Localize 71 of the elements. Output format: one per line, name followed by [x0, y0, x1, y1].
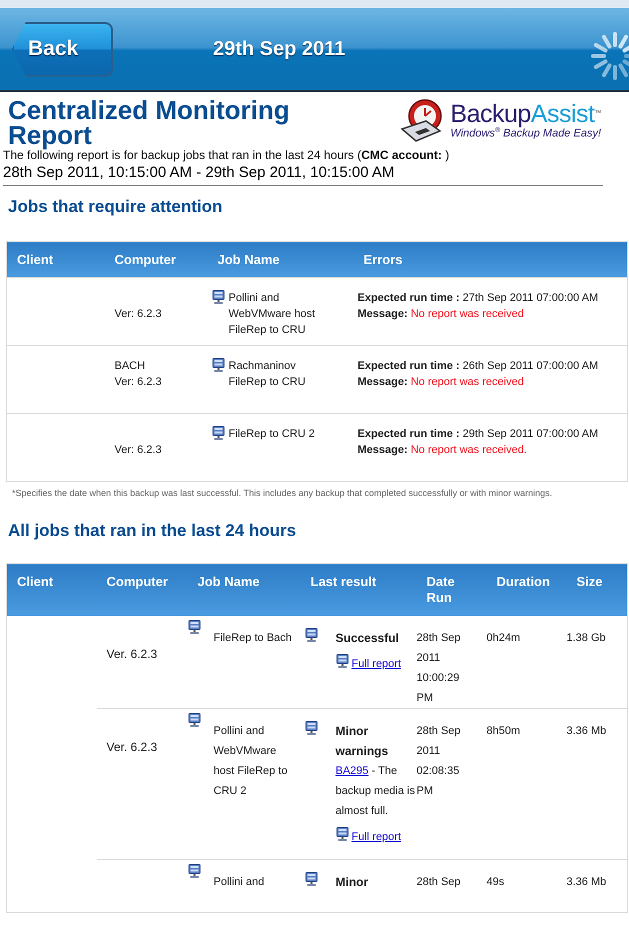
computer-icon	[188, 864, 200, 878]
error-message: No report was received.	[410, 444, 527, 456]
report-intro: The following report is for backup jobs that ran in the last 24 hours (CMC account: )	[3, 148, 450, 162]
version-text: Ver: 6.2.3	[114, 307, 163, 322]
field-label: Message:	[358, 308, 408, 320]
job-name: FileRep to Bach	[214, 630, 293, 646]
job-name: FileRep to CRU 2	[228, 427, 316, 442]
expected-time: 26th Sep 2011 07:00:00 AM	[462, 360, 598, 372]
date-run: 28th Sep 2011 02:08:35 PM	[416, 724, 462, 798]
column-header: Size	[576, 574, 603, 590]
computer-icon	[188, 620, 200, 634]
column-header: Computer	[106, 574, 168, 590]
section-heading: All jobs that ran in the last 24 hours	[7, 521, 298, 541]
version-text: Ver: 6.2.3	[114, 375, 163, 390]
duration-text: 8h50m	[486, 724, 522, 738]
warning-code-link[interactable]: BA295	[336, 764, 369, 776]
job-name: Pollini and WebVMware host FileRep to CRU	[228, 291, 316, 338]
column-header: Errors	[362, 252, 403, 267]
date-run: 28th Sep 2011 10:00:29 PM	[416, 630, 462, 706]
column-header: Last result	[310, 574, 376, 590]
duration-text: 0h24m	[486, 630, 522, 646]
logo-tagline: Windows$^{®}$ Backup Made Easy!	[450, 127, 601, 140]
field-label: Expected run time :	[358, 360, 460, 372]
section-heading: Jobs that require attention	[7, 197, 224, 217]
date-run: 28th Sep	[416, 874, 462, 890]
size-text: 1.38 Gb	[566, 630, 607, 646]
computer-icon	[188, 712, 200, 728]
warning-message: BA295 - The backup media is almost full.	[336, 764, 416, 818]
version-text: Ver. 6.2.3	[106, 646, 158, 662]
field-label: Expected run time :	[358, 428, 460, 440]
job-name: Pollini and WebVMware host FileRep to CRU 2	[214, 724, 288, 798]
page-title: 29th Sep 2011	[213, 38, 346, 60]
expected-time: 27th Sep 2011 07:00:00 AM	[462, 292, 598, 304]
field-label: Message:	[358, 376, 408, 388]
computer-icon	[304, 628, 318, 642]
job-name: Rachmaninov FileRep to CRU	[228, 359, 307, 390]
computer-icon	[304, 720, 318, 736]
size-text: 3.36 Mb	[566, 724, 608, 738]
computer-icon	[212, 426, 224, 441]
column-header: Duration	[496, 574, 550, 590]
report-time-range: 28th Sep 2011, 10:15:00 AM - 29th Sep 2011, 10:15:00 AM	[3, 164, 603, 186]
error-message: No report was received	[410, 308, 524, 320]
result-status: Minor	[336, 874, 370, 890]
computer-icon	[212, 358, 224, 373]
column-header: Computer	[114, 252, 176, 267]
column-header: Job Name	[216, 252, 280, 267]
computer-name: BACH	[114, 359, 146, 374]
footnote: *Specifies the date when this backup was last successful. This includes any backup that completed successfully or with minor warnings.	[12, 488, 554, 498]
result-status: Minor warnings	[336, 722, 390, 760]
size-text: 3.36 Mb	[566, 874, 608, 890]
computer-icon	[304, 872, 318, 886]
loading-spinner-icon	[589, 30, 629, 82]
computer-icon	[336, 826, 348, 842]
report-title: Centralized Monitoring Report	[8, 98, 291, 148]
job-name: Pollini and	[214, 874, 266, 890]
column-header: Client	[16, 252, 54, 267]
computer-icon	[336, 654, 348, 668]
column-header: Job Name	[196, 574, 260, 590]
duration-text: 49s	[486, 874, 506, 890]
column-header: Client	[16, 574, 54, 590]
expected-time: 29th Sep 2011 07:00:00 AM	[462, 428, 598, 440]
version-text: Ver. 6.2.3	[106, 738, 158, 756]
column-header: Date Run	[426, 574, 456, 606]
full-report-link[interactable]: Full report	[352, 830, 402, 842]
field-label: Message:	[358, 444, 408, 456]
result-status: Successful	[336, 630, 400, 646]
full-report-link[interactable]: Full report	[352, 658, 402, 670]
field-label: Expected run time :	[358, 292, 460, 304]
computer-icon	[212, 290, 224, 305]
error-message: No report was received	[410, 376, 524, 388]
version-text: Ver: 6.2.3	[114, 443, 163, 458]
